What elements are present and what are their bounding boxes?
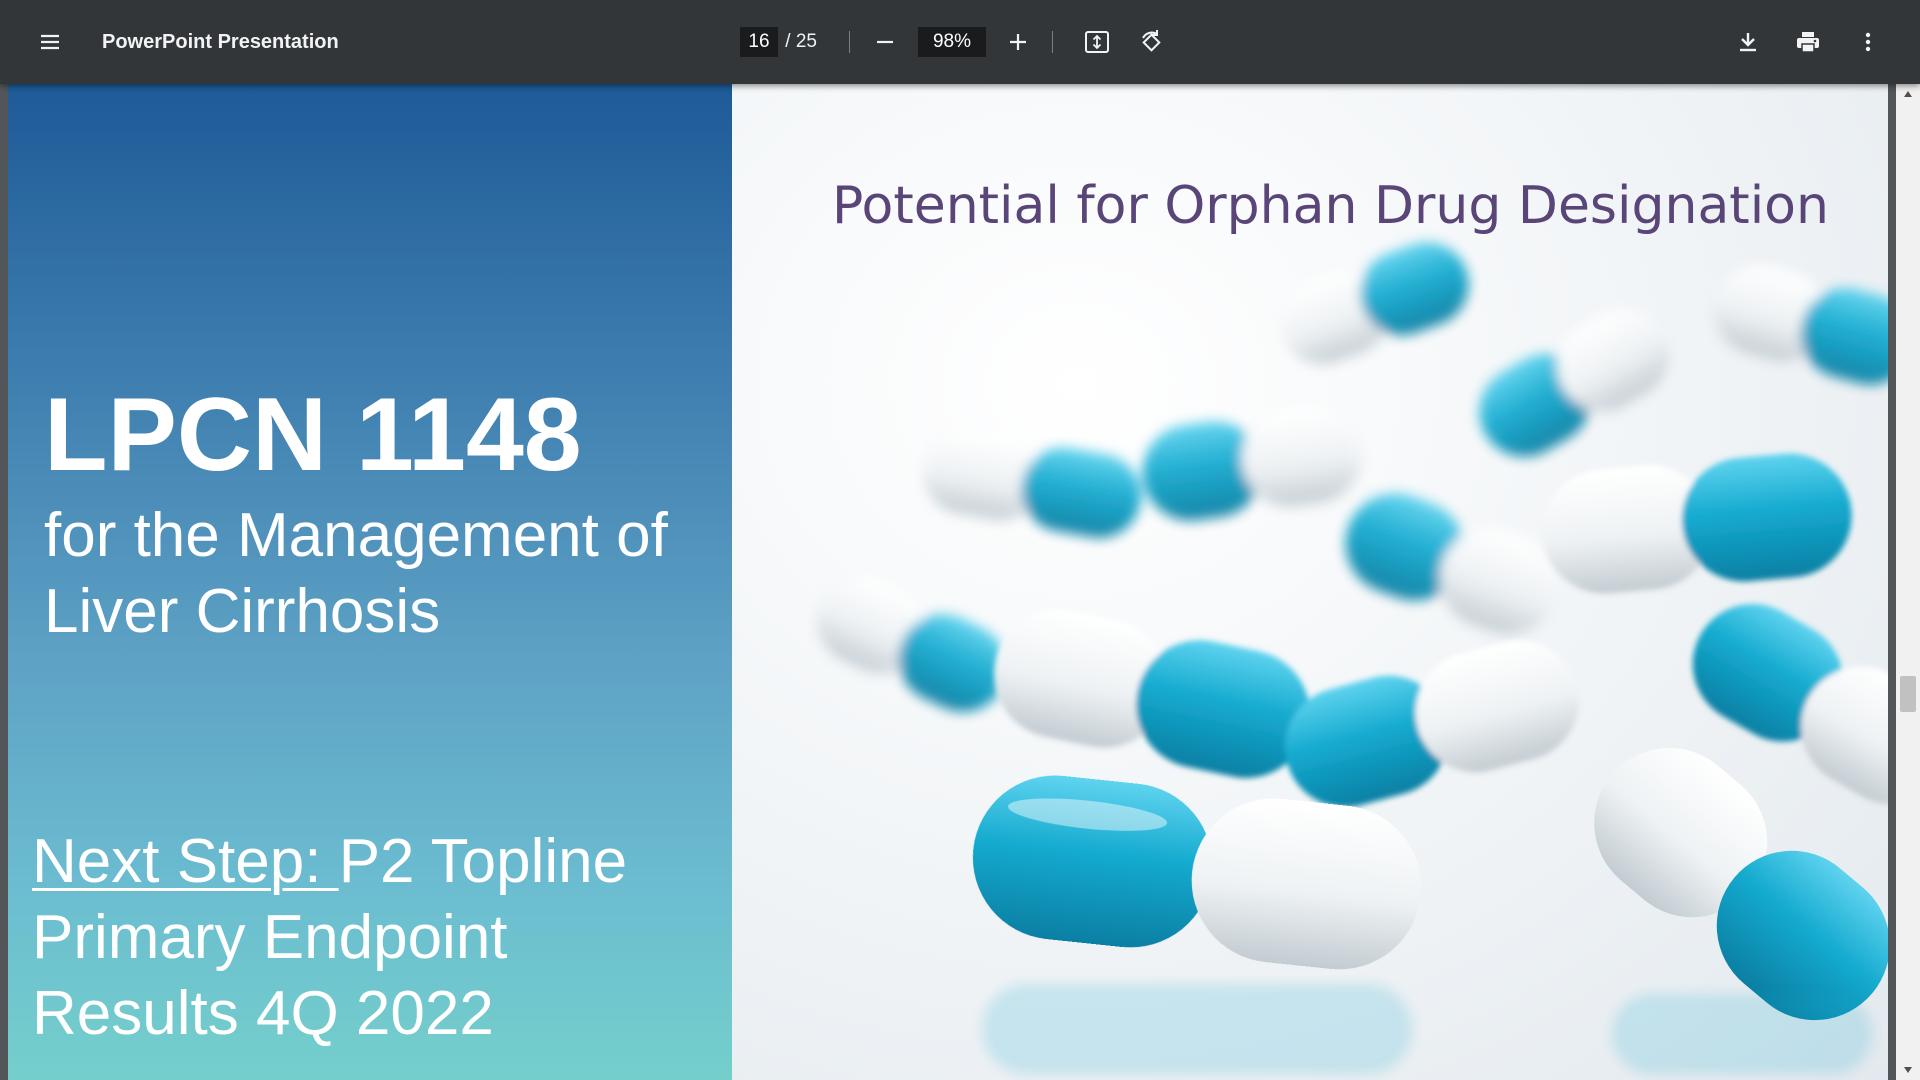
scroll-down-arrow[interactable] — [1896, 1060, 1920, 1080]
fit-to-page-button[interactable] — [1073, 18, 1121, 66]
zoom-in-button[interactable] — [994, 18, 1042, 66]
zoom-level-input[interactable] — [918, 27, 986, 57]
toolbar-divider — [849, 31, 850, 53]
document-title: PowerPoint Presentation — [102, 31, 339, 53]
rotate-button[interactable] — [1127, 18, 1175, 66]
slide-heading: Potential for Orphan Drug Designation — [832, 176, 1829, 236]
pdf-toolbar: PowerPoint Presentation / 25 — [0, 0, 1920, 84]
plus-icon — [1007, 31, 1029, 53]
slide-right-panel: Potential for Orphan Drug Designation — [732, 84, 1888, 1080]
next-step-label: Next Step: — [32, 827, 339, 896]
pdf-viewer[interactable]: LPCN 1148 for the Management of Liver Ci… — [0, 84, 1896, 1080]
minus-icon — [874, 31, 896, 53]
page-total: 25 — [795, 31, 817, 52]
triangle-up-icon — [1903, 85, 1913, 103]
fit-page-icon — [1083, 28, 1111, 56]
subtitle-line: Liver Cirrhosis — [44, 577, 441, 646]
print-icon — [1795, 29, 1821, 55]
menu-button[interactable] — [26, 18, 74, 66]
download-icon — [1736, 30, 1760, 54]
subtitle-line: for the Management of — [44, 501, 668, 570]
page-count: / 25 — [780, 0, 817, 84]
slide-title: LPCN 1148 — [44, 377, 582, 493]
scrollbar-thumb[interactable] — [1900, 676, 1916, 712]
hamburger-menu-icon — [38, 30, 62, 54]
more-vertical-icon — [1856, 30, 1880, 54]
zoom-out-button[interactable] — [861, 18, 909, 66]
next-step-text: P2 Topline — [338, 827, 628, 896]
next-step-text: Results 4Q 2022 — [32, 979, 494, 1048]
slide-subtitle: for the Management of Liver Cirrhosis — [44, 498, 724, 650]
triangle-down-icon — [1903, 1061, 1913, 1079]
vertical-scrollbar[interactable] — [1896, 84, 1920, 1080]
slide-page: LPCN 1148 for the Management of Liver Ci… — [8, 84, 1888, 1080]
next-step-block: Next Step: P2 Topline Primary Endpoint R… — [32, 824, 712, 1052]
page-separator: / — [780, 31, 796, 52]
next-step-text: Primary Endpoint — [32, 903, 508, 972]
more-actions-button[interactable] — [1844, 18, 1892, 66]
slide-left-panel: LPCN 1148 for the Management of Liver Ci… — [8, 84, 732, 1080]
print-button[interactable] — [1784, 18, 1832, 66]
scroll-up-arrow[interactable] — [1896, 84, 1920, 104]
toolbar-divider — [1052, 31, 1053, 53]
rotate-counterclockwise-icon — [1137, 28, 1165, 56]
download-button[interactable] — [1724, 18, 1772, 66]
page-number-input[interactable] — [740, 27, 778, 57]
